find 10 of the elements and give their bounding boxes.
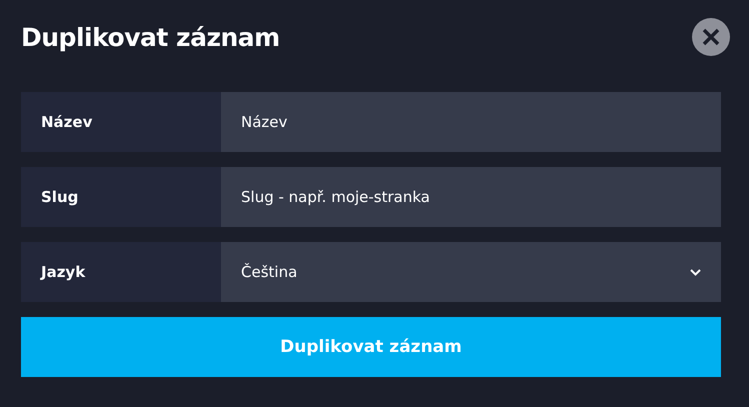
input-field[interactable]: Název <box>221 92 721 152</box>
chevron-down-icon <box>690 268 701 276</box>
dialog-title: Duplikovat záznam <box>21 22 280 52</box>
field-label: Název <box>21 92 221 152</box>
close-button[interactable] <box>692 18 730 56</box>
close-icon <box>702 28 720 46</box>
field-label: Jazyk <box>21 242 221 302</box>
input-field[interactable]: Slug - např. moje-stranka <box>221 167 721 227</box>
language-dropdown[interactable]: Čeština <box>221 242 721 302</box>
field-label: Slug <box>21 167 221 227</box>
